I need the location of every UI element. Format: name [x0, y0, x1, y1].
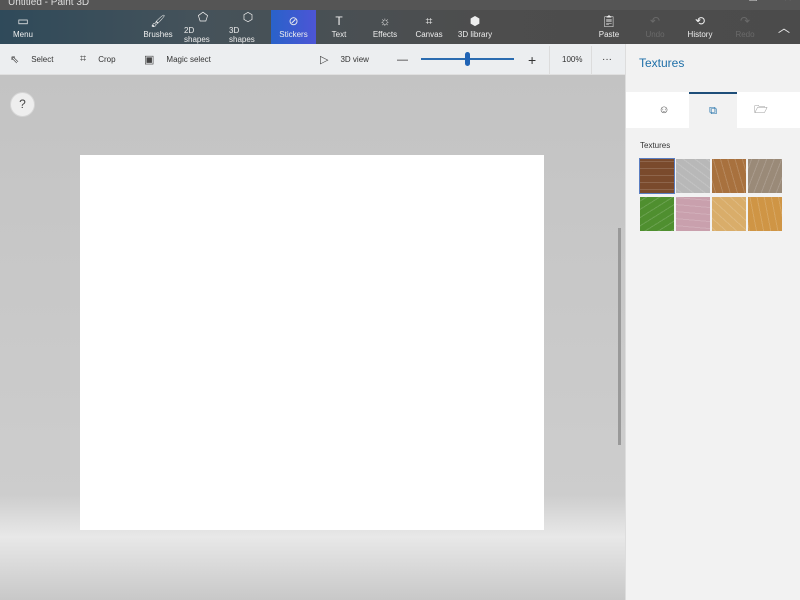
tool-label: Text	[332, 30, 347, 39]
vertical-scrollbar[interactable]	[618, 228, 621, 445]
paste-button[interactable]: 📋︎ Paste	[592, 10, 626, 44]
textures-grid	[640, 159, 782, 231]
tool-stickers[interactable]: ⊘ Stickers	[271, 10, 316, 44]
zoom-in-button[interactable]: +	[528, 44, 536, 75]
maximize-button[interactable]: ☐	[749, 0, 758, 2]
brush-icon: 🖌	[150, 15, 165, 27]
section-label: Textures	[640, 141, 670, 150]
tab-custom-stickers[interactable]: 🗁	[737, 92, 785, 128]
select-label: Select	[31, 55, 53, 64]
textures-icon: ⧉	[709, 105, 717, 118]
history-icon: ⟲	[695, 15, 705, 27]
crop-icon: ⌗	[80, 53, 86, 66]
drawing-canvas[interactable]	[80, 155, 544, 530]
redo-button[interactable]: ↷ Redo	[728, 10, 762, 44]
undo-label: Undo	[645, 30, 664, 39]
tool-3d-library[interactable]: ⬢ 3D library	[455, 10, 495, 44]
collapse-ribbon-button[interactable]: ︿	[772, 10, 796, 44]
3d-shapes-icon: ⬡	[243, 11, 253, 23]
magic-select-icon: ▣	[144, 53, 154, 66]
undo-icon: ↶	[650, 15, 660, 27]
tool-label: 3D library	[458, 30, 492, 39]
close-button[interactable]: ✕	[784, 0, 792, 2]
texture-leaves[interactable]	[640, 197, 674, 231]
tool-canvas[interactable]: ⌗ Canvas	[412, 10, 446, 44]
cursor-icon: ⇖	[10, 53, 19, 66]
zoom-slider-thumb[interactable]	[465, 52, 470, 66]
paste-icon: 📋︎	[601, 15, 616, 27]
tool-2d-shapes[interactable]: ⬠ 2D shapes	[184, 10, 222, 44]
tool-label: Effects	[373, 30, 397, 39]
more-button[interactable]: ···	[602, 44, 612, 75]
texture-bark[interactable]	[640, 159, 674, 193]
texture-hair[interactable]	[712, 159, 746, 193]
undo-button[interactable]: ↶ Undo	[638, 10, 672, 44]
help-button[interactable]: ?	[10, 92, 35, 117]
history-label: History	[688, 30, 713, 39]
texture-stone[interactable]	[676, 159, 710, 193]
folder-open-icon: 🗁	[754, 101, 768, 120]
tool-label: 3D shapes	[229, 26, 267, 44]
textures-panel: Textures ☺ ⧉ 🗁 Textures	[625, 44, 800, 600]
texture-pink-marble[interactable]	[676, 197, 710, 231]
toolbar: ⇖ Select ⌗ Crop ▣ Magic select ▷ 3D view — +…	[0, 44, 625, 75]
canvas-icon: ⌗	[426, 15, 433, 27]
tool-label: Brushes	[143, 30, 172, 39]
redo-icon: ↷	[740, 15, 750, 27]
text-icon: T	[335, 15, 342, 27]
history-button[interactable]: ⟲ History	[683, 10, 717, 44]
folder-icon: ▭	[17, 15, 28, 27]
magic-select-label: Magic select	[166, 55, 210, 64]
minimize-button[interactable]: —	[713, 0, 723, 2]
divider	[591, 46, 592, 74]
3d-view-button[interactable]: ▷ 3D view	[320, 44, 369, 75]
canvas-area[interactable]: ?	[0, 75, 625, 600]
tab-stickers[interactable]: ☺	[640, 92, 688, 128]
2d-shapes-icon: ⬠	[198, 11, 208, 23]
3d-view-icon: ▷	[320, 53, 328, 66]
effects-icon: ☼	[380, 15, 391, 27]
tool-effects[interactable]: ☼ Effects	[368, 10, 402, 44]
texture-wood[interactable]	[748, 197, 782, 231]
tool-label: Canvas	[415, 30, 442, 39]
redo-label: Redo	[735, 30, 754, 39]
panel-title: Textures	[639, 56, 684, 70]
menu-button[interactable]: ▭ Menu	[6, 10, 40, 44]
tool-text[interactable]: T Text	[322, 10, 356, 44]
tool-label: Stickers	[279, 30, 307, 39]
window-title: Untitled - Paint 3D	[8, 0, 89, 8]
crop-button[interactable]: ⌗ Crop	[80, 44, 116, 75]
zoom-level[interactable]: 100%	[562, 44, 582, 75]
sticker-face-icon: ☺	[658, 104, 669, 116]
panel-tabs: ☺ ⧉ 🗁	[626, 92, 800, 128]
menu-label: Menu	[13, 30, 33, 39]
divider	[549, 46, 550, 74]
3d-view-label: 3D view	[340, 55, 368, 64]
texture-sand[interactable]	[712, 197, 746, 231]
crop-label: Crop	[98, 55, 115, 64]
zoom-out-button[interactable]: —	[397, 44, 408, 75]
title-bar: Untitled - Paint 3D — ☐ ✕	[0, 0, 800, 10]
paste-label: Paste	[599, 30, 619, 39]
tool-label: 2D shapes	[184, 26, 222, 44]
ribbon: ▭ Menu 🖌 Brushes ⬠ 2D shapes ⬡ 3D shapes ⊘ Stick…	[0, 10, 800, 44]
tab-textures[interactable]: ⧉	[689, 92, 737, 128]
magic-select-button[interactable]: ▣ Magic select	[144, 44, 211, 75]
tool-brushes[interactable]: 🖌 Brushes	[143, 10, 173, 44]
stickers-icon: ⊘	[288, 15, 298, 27]
texture-pebbles[interactable]	[748, 159, 782, 193]
select-button[interactable]: ⇖ Select	[10, 44, 53, 75]
tool-3d-shapes[interactable]: ⬡ 3D shapes	[229, 10, 267, 44]
3d-library-icon: ⬢	[470, 15, 480, 27]
